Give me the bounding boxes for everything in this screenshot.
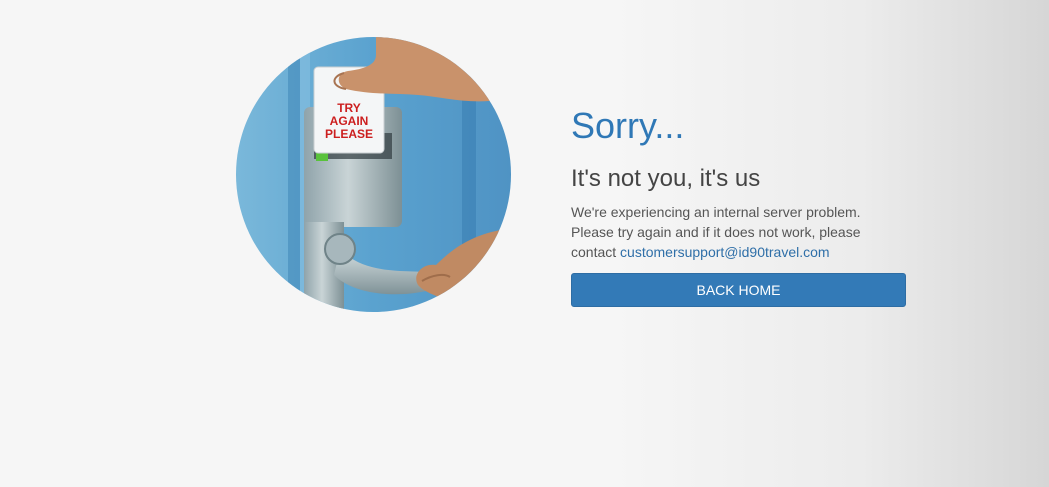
- page-subtitle: It's not you, it's us: [571, 165, 761, 192]
- error-content: Sorry... It's not you, it's us We're exp…: [571, 104, 906, 307]
- support-email-link[interactable]: customersupport@id90travel.com: [620, 244, 830, 260]
- back-home-button[interactable]: BACK HOME: [571, 273, 906, 307]
- error-page: TRY AGAIN PLEASE Sorry... It's not you, …: [0, 0, 1049, 487]
- error-message: We're experiencing an internal server pr…: [571, 202, 871, 262]
- card-text-line-2: AGAIN: [330, 114, 369, 128]
- page-title: Sorry...: [571, 105, 685, 146]
- hotel-keycard-illustration: TRY AGAIN PLEASE: [236, 37, 511, 312]
- card-text-line-1: TRY: [337, 101, 361, 115]
- card-text-line-3: PLEASE: [325, 127, 373, 141]
